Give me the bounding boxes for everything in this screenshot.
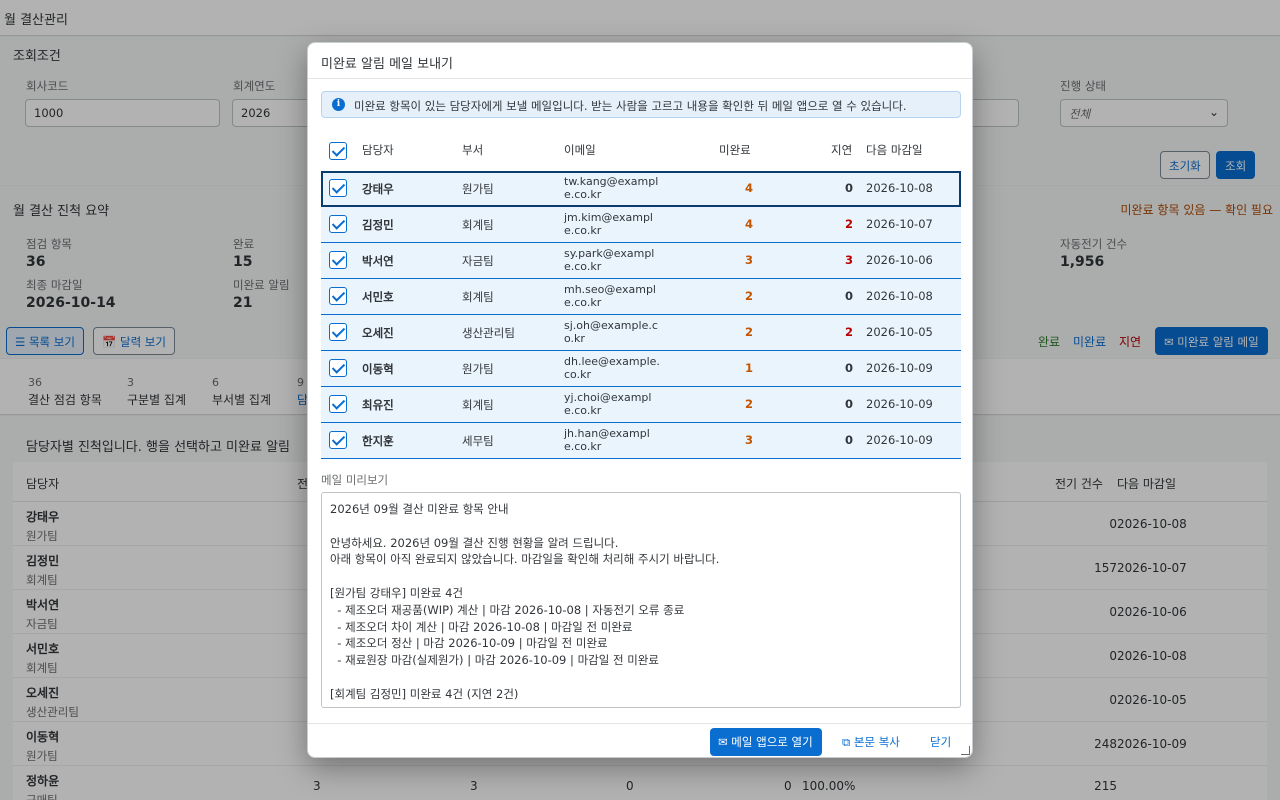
info-text: 미완료 항목이 있는 담당자에게 보낼 메일입니다. 받는 사람을 고르고 내용… [354,99,907,113]
recipient-dept: 원가팀 [462,362,494,376]
info-strip: i 미완료 항목이 있는 담당자에게 보낼 메일입니다. 받는 사람을 고르고 … [321,91,961,118]
recipient-checkbox[interactable] [329,359,347,377]
recipient-email: tw.kang@example.co.kr [564,175,659,201]
recipient-incomplete-count: 3 [744,433,753,447]
mail-icon: ✉ [718,735,728,749]
recipient-delayed-count: 0 [844,361,853,375]
recipient-next-due: 2026-10-06 [866,253,933,267]
dialog-footer: ✉ 메일 앱으로 열기 ⧉ 본문 복사 닫기 [308,723,972,757]
recipient-next-due: 2026-10-05 [866,325,933,339]
mail-preview-label: 메일 미리보기 [321,473,389,487]
recipient-email: jm.kim@example.co.kr [564,211,653,237]
header-email: 이메일 [564,143,596,157]
recipient-table-header: 담당자 부서 이메일 미완료 지연 다음 마감일 [321,131,961,171]
recipient-name: 강태우 [362,182,394,196]
recipient-email: jh.han@example.co.kr [564,427,650,453]
header-owner: 담당자 [362,143,394,157]
recipient-incomplete-count: 2 [744,325,753,339]
recipient-name: 한지훈 [362,434,394,448]
recipient-dept: 원가팀 [462,182,494,196]
incomplete-mail-dialog: 미완료 알림 메일 보내기 i 미완료 항목이 있는 담당자에게 보낼 메일입니… [307,42,973,758]
select-all-checkbox[interactable] [329,142,347,160]
recipient-email: dh.lee@example.co.kr [564,355,660,381]
recipient-checkbox[interactable] [329,395,347,413]
recipient-dept: 세무팀 [462,434,494,448]
recipient-email: sy.park@example.co.kr [564,247,655,273]
recipient-checkbox[interactable] [329,431,347,449]
recipient-row[interactable]: 강태우 원가팀 tw.kang@example.co.kr 4 0 2026-10-08 [321,171,961,207]
recipient-email: yj.choi@example.co.kr [564,391,652,417]
recipient-next-due: 2026-10-08 [866,181,933,195]
recipient-checkbox[interactable] [329,215,347,233]
recipient-dept: 회계팀 [462,218,494,232]
recipient-incomplete-count: 4 [744,217,753,231]
header-delayed: 지연 [831,143,853,157]
open-mail-app-button[interactable]: ✉ 메일 앱으로 열기 [710,728,822,756]
recipient-name: 이동혁 [362,362,394,376]
info-icon: i [332,98,345,111]
recipient-checkbox[interactable] [329,251,347,269]
open-mail-app-label: 메일 앱으로 열기 [731,735,813,749]
recipient-next-due: 2026-10-09 [866,361,933,375]
recipient-delayed-count: 3 [844,253,853,267]
recipient-name: 서민호 [362,290,394,304]
recipient-email: mh.seo@example.co.kr [564,283,656,309]
recipient-email: sj.oh@example.co.kr [564,319,658,345]
recipient-delayed-count: 2 [844,217,853,231]
recipient-delayed-count: 0 [844,433,853,447]
recipient-incomplete-count: 1 [744,361,753,375]
dialog-title: 미완료 알림 메일 보내기 [321,57,453,72]
recipient-row[interactable]: 서민호 회계팀 mh.seo@example.co.kr 2 0 2026-10-08 [321,279,961,315]
recipient-dept: 회계팀 [462,398,494,412]
recipient-dept: 회계팀 [462,290,494,304]
recipient-next-due: 2026-10-07 [866,217,933,231]
recipient-row[interactable]: 최유진 회계팀 yj.choi@example.co.kr 2 0 2026-10-09 [321,387,961,423]
recipient-next-due: 2026-10-09 [866,433,933,447]
recipient-name: 김정민 [362,218,394,232]
header-dept: 부서 [462,143,484,157]
recipient-checkbox[interactable] [329,179,347,197]
resize-handle-icon[interactable] [961,746,970,755]
recipient-name: 오세진 [362,326,394,340]
recipient-next-due: 2026-10-08 [866,289,933,303]
recipient-incomplete-count: 2 [744,397,753,411]
copy-body-button[interactable]: ⧉ 본문 복사 [842,734,900,750]
recipient-row[interactable]: 김정민 회계팀 jm.kim@example.co.kr 4 2 2026-10-07 [321,207,961,243]
recipient-row[interactable]: 박서연 자금팀 sy.park@example.co.kr 3 3 2026-10-06 [321,243,961,279]
recipient-name: 최유진 [362,398,394,412]
recipient-checkbox[interactable] [329,287,347,305]
recipient-incomplete-count: 2 [744,289,753,303]
recipient-delayed-count: 2 [844,325,853,339]
recipient-row[interactable]: 오세진 생산관리팀 sj.oh@example.co.kr 2 2 2026-10-05 [321,315,961,351]
recipient-delayed-count: 0 [844,289,853,303]
header-incomplete: 미완료 [719,143,751,157]
recipient-dept: 자금팀 [462,254,494,268]
close-button[interactable]: 닫기 [930,734,951,750]
recipient-row[interactable]: 한지훈 세무팀 jh.han@example.co.kr 3 0 2026-10-09 [321,423,961,459]
recipient-name: 박서연 [362,254,394,268]
recipient-delayed-count: 0 [844,181,853,195]
mail-preview-textarea[interactable]: 2026년 09월 결산 미완료 항목 안내 안녕하세요. 2026년 09월 … [321,492,961,708]
dialog-header: 미완료 알림 메일 보내기 [308,43,972,79]
recipient-incomplete-count: 4 [744,181,753,195]
recipient-dept: 생산관리팀 [462,326,515,340]
header-next-due: 다음 마감일 [866,143,923,157]
recipient-incomplete-count: 3 [744,253,753,267]
recipient-delayed-count: 0 [844,397,853,411]
recipient-table: 담당자 부서 이메일 미완료 지연 다음 마감일 강태우 원가팀 tw.kang@e… [321,131,961,459]
recipient-next-due: 2026-10-09 [866,397,933,411]
recipient-row[interactable]: 이동혁 원가팀 dh.lee@example.co.kr 1 0 2026-10-09 [321,351,961,387]
recipient-checkbox[interactable] [329,323,347,341]
copy-body-label: 본문 복사 [853,735,900,749]
copy-icon: ⧉ [842,735,851,749]
